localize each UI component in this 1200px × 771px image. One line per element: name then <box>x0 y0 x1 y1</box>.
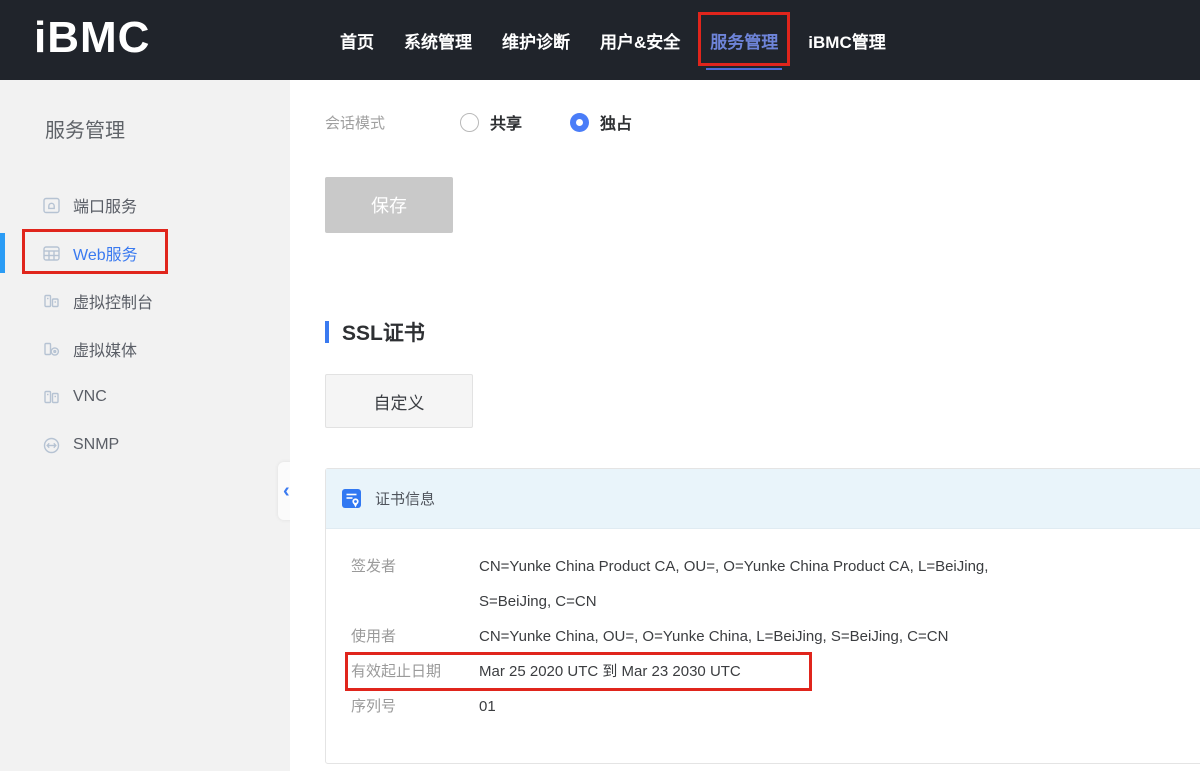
radio-checked-icon <box>570 113 589 132</box>
sidebar: 服务管理 端口服务 <box>0 80 290 771</box>
cert-row-label: 序列号 <box>351 689 479 724</box>
port-service-icon <box>42 196 61 215</box>
active-item-accent-bar <box>0 233 5 273</box>
cert-row-label: 有效起止日期 <box>351 654 479 689</box>
sidebar-item-vnc[interactable]: VNC <box>0 373 290 421</box>
cert-row-value: 01 <box>479 689 496 724</box>
cert-row-label: 使用者 <box>351 619 479 654</box>
radio-exclusive[interactable]: 独占 <box>570 110 632 134</box>
nav-item-maintenance[interactable]: 维护诊断 <box>502 28 570 53</box>
sidebar-item-port-service[interactable]: 端口服务 <box>0 181 290 229</box>
certificate-panel-header: 证书信息 <box>326 469 1200 529</box>
sidebar-item-label: Web服务 <box>73 241 138 265</box>
sidebar-item-label: 虚拟控制台 <box>73 289 153 313</box>
sidebar-item-web-service[interactable]: Web服务 <box>0 229 290 277</box>
nav-item-home[interactable]: 首页 <box>340 28 374 53</box>
ibmc-app: iBMC 首页 系统管理 维护诊断 用户&安全 服务管理 iBMC管理 服务管理 <box>0 0 1200 771</box>
ssl-section-title: SSL证书 <box>325 317 1200 347</box>
radio-shared-label: 共享 <box>490 110 522 134</box>
section-accent-bar <box>325 321 329 343</box>
snmp-icon <box>42 436 61 455</box>
sidebar-item-label: VNC <box>73 388 107 406</box>
cert-row-serial: 序列号 01 <box>351 689 1200 724</box>
nav-item-service-label: 服务管理 <box>710 33 778 52</box>
nav-item-ibmc-mgmt[interactable]: iBMC管理 <box>808 28 885 53</box>
sidebar-item-snmp[interactable]: SNMP <box>0 421 290 469</box>
main-content: 会话模式 共享 独占 保存 SSL证书 自定义 <box>290 80 1200 771</box>
top-header: iBMC 首页 系统管理 维护诊断 用户&安全 服务管理 iBMC管理 <box>0 0 1200 80</box>
nav-item-service[interactable]: 服务管理 <box>710 28 778 53</box>
session-mode-row: 会话模式 共享 独占 <box>325 110 1200 134</box>
chevron-left-icon: ‹ <box>278 481 290 501</box>
radio-unchecked-icon <box>460 113 479 132</box>
ssl-section-text: SSL证书 <box>342 317 425 347</box>
sidebar-item-label: 端口服务 <box>73 193 137 217</box>
web-service-icon <box>42 244 61 263</box>
radio-exclusive-label: 独占 <box>600 110 632 134</box>
cert-row-value: CN=Yunke China Product CA, OU=, O=Yunke … <box>479 549 1054 619</box>
sidebar-item-virtual-media[interactable]: 虚拟媒体 <box>0 325 290 373</box>
nav-item-user-security[interactable]: 用户&安全 <box>600 28 680 53</box>
cert-row-value: Mar 25 2020 UTC 到 Mar 23 2030 UTC <box>479 654 741 689</box>
top-nav: 首页 系统管理 维护诊断 用户&安全 服务管理 iBMC管理 <box>340 0 886 80</box>
virtual-console-icon <box>42 292 61 311</box>
nav-active-underline <box>706 68 782 70</box>
save-button[interactable]: 保存 <box>325 177 453 233</box>
cert-row-value: CN=Yunke China, OU=, O=Yunke China, L=Be… <box>479 619 948 654</box>
virtual-media-icon <box>42 340 61 359</box>
certificate-panel-title: 证书信息 <box>375 488 435 509</box>
app-logo: iBMC <box>34 13 150 63</box>
cert-row-issuer: 签发者 CN=Yunke China Product CA, OU=, O=Yu… <box>351 549 1200 619</box>
certificate-panel-body: 签发者 CN=Yunke China Product CA, OU=, O=Yu… <box>326 529 1200 724</box>
cert-row-subject: 使用者 CN=Yunke China, OU=, O=Yunke China, … <box>351 619 1200 654</box>
certificate-icon <box>340 487 363 510</box>
sidebar-item-label: SNMP <box>73 436 119 454</box>
certificate-info-panel: 证书信息 签发者 CN=Yunke China Product CA, OU=,… <box>325 468 1200 764</box>
cert-row-validity: 有效起止日期 Mar 25 2020 UTC 到 Mar 23 2030 UTC <box>351 654 1200 689</box>
sidebar-item-virtual-console[interactable]: 虚拟控制台 <box>0 277 290 325</box>
sidebar-title: 服务管理 <box>45 114 290 143</box>
cert-row-label: 签发者 <box>351 549 479 619</box>
sidebar-menu: 端口服务 Web服务 <box>0 181 290 469</box>
radio-shared[interactable]: 共享 <box>460 110 522 134</box>
session-mode-label: 会话模式 <box>325 112 460 133</box>
vnc-icon <box>42 388 61 407</box>
customize-button[interactable]: 自定义 <box>325 374 473 428</box>
sidebar-item-label: 虚拟媒体 <box>73 337 137 361</box>
nav-item-system[interactable]: 系统管理 <box>404 28 472 53</box>
